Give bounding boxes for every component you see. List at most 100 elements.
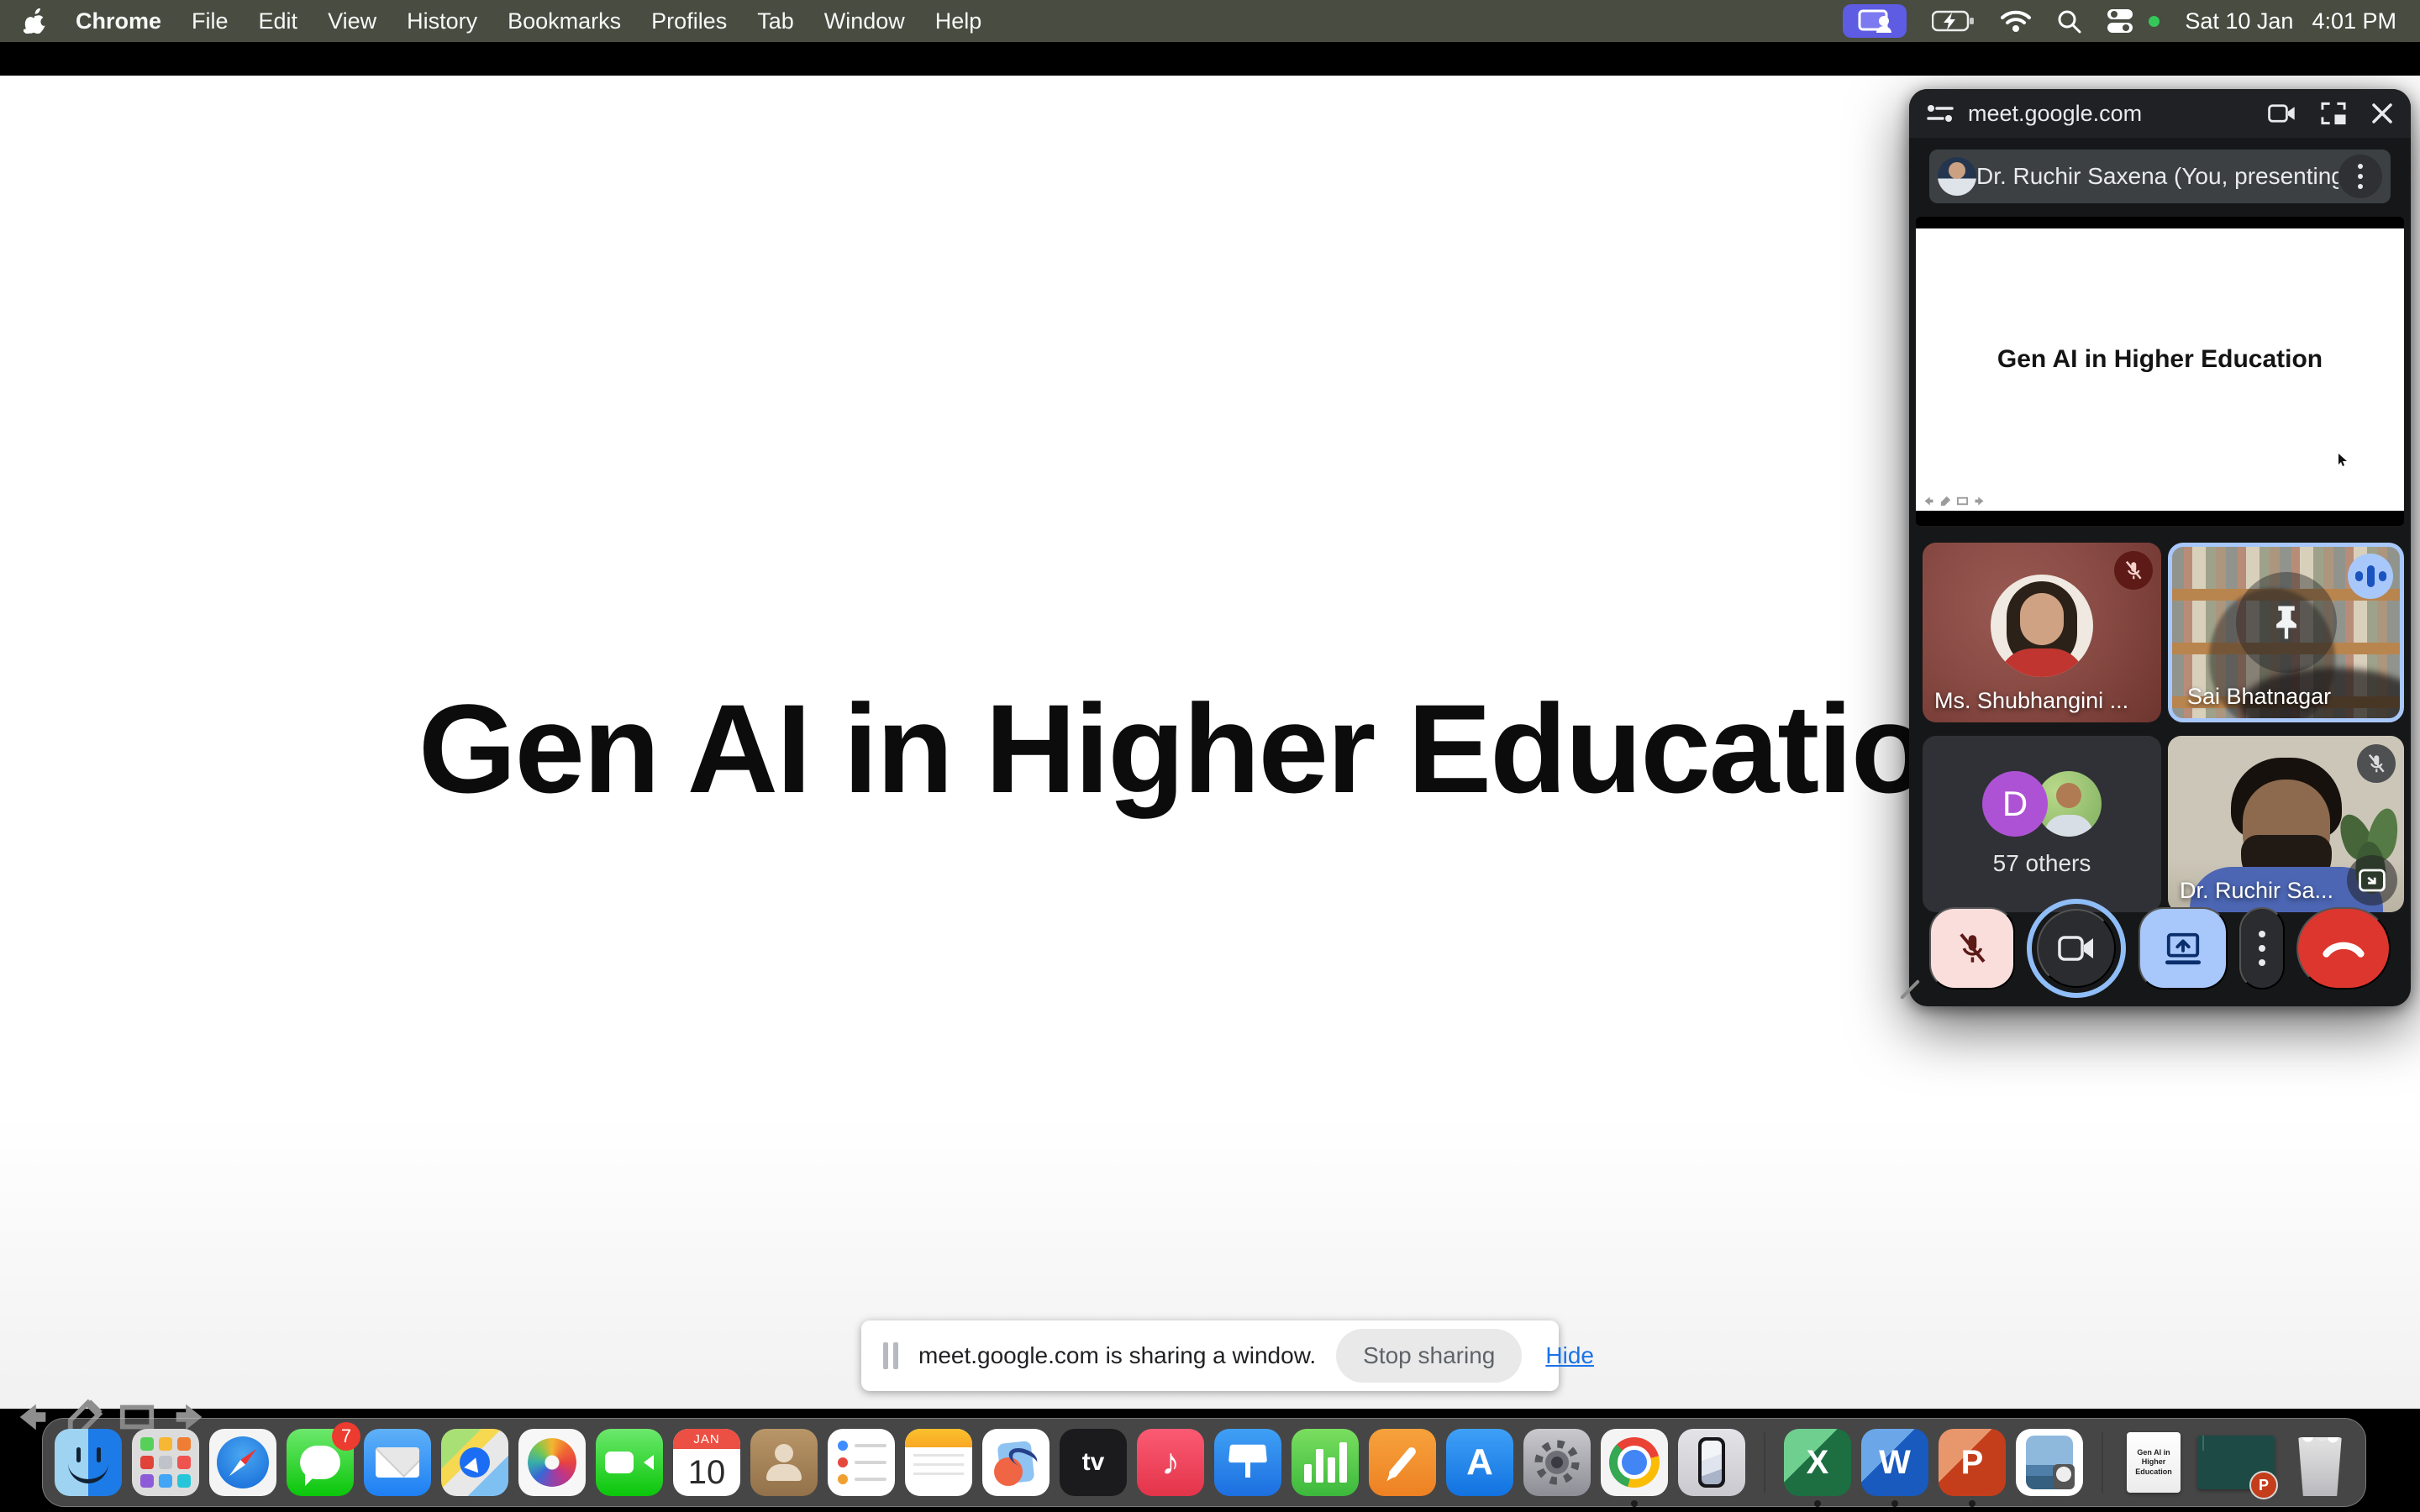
- dock-numbers[interactable]: [1292, 1429, 1359, 1496]
- menu-view[interactable]: View: [328, 8, 376, 34]
- calendar-month: JAN: [673, 1429, 740, 1449]
- banner-more-options-button[interactable]: [2338, 155, 2382, 198]
- screen-share-toast: meet.google.com is sharing a window. Sto…: [861, 1320, 1559, 1391]
- display-person-icon: [1856, 9, 1893, 33]
- preview-slide-title: Gen AI in Higher Education: [1997, 345, 2323, 374]
- dock-safari[interactable]: [209, 1429, 276, 1496]
- present-screen-button[interactable]: [2139, 907, 2228, 990]
- apple-logo-icon[interactable]: [24, 8, 45, 34]
- dock-apple-tv[interactable]: tv: [1060, 1429, 1127, 1496]
- media-controls-icon[interactable]: [1926, 102, 1954, 125]
- mini-pen-icon: [1939, 495, 1952, 507]
- menu-file[interactable]: File: [192, 8, 229, 34]
- wifi-icon[interactable]: [2001, 9, 2031, 33]
- hide-toast-link[interactable]: Hide: [1545, 1342, 1594, 1369]
- dock-finder[interactable]: [55, 1429, 122, 1496]
- stop-sharing-button[interactable]: Stop sharing: [1336, 1329, 1522, 1383]
- presenter-banner[interactable]: Dr. Ruchir Saxena (You, presenting): [1929, 150, 2391, 203]
- participant-avatar: [1991, 575, 2093, 677]
- call-controls: [1929, 907, 2391, 990]
- dock-excel[interactable]: X: [1784, 1429, 1851, 1496]
- dock-facetime[interactable]: [596, 1429, 663, 1496]
- participant-tile-shubhangini[interactable]: Ms. Shubhangini ...: [1923, 543, 2161, 722]
- dock-powerpoint[interactable]: P: [1939, 1429, 2006, 1496]
- excel-letter: X: [1807, 1444, 1829, 1482]
- dock-minimized-powerpoint-window[interactable]: P: [2196, 1429, 2276, 1496]
- more-options-button[interactable]: [2239, 907, 2285, 990]
- spotlight-search-icon[interactable]: [2056, 8, 2081, 34]
- dock-word[interactable]: W: [1861, 1429, 1928, 1496]
- presenter-banner-label: Dr. Ruchir Saxena (You, presenting): [1976, 163, 2338, 190]
- shared-screen-preview[interactable]: Gen AI in Higher Education: [1916, 217, 2404, 526]
- participant-tile-sai[interactable]: Sai Bhatnagar: [2168, 543, 2404, 722]
- dock-contacts[interactable]: [750, 1429, 818, 1496]
- preview-slideshow-controls: [1923, 495, 1986, 507]
- dock-app-store[interactable]: A: [1446, 1429, 1513, 1496]
- menu-bar: Chrome File Edit View History Bookmarks …: [0, 0, 2420, 42]
- pinned-icon[interactable]: [2236, 572, 2337, 673]
- dock: 7 JAN10 tv ♪ A X W P Gen AI in Higher Ed…: [42, 1418, 2366, 1507]
- dock-preview[interactable]: [2016, 1429, 2083, 1496]
- mini-next-icon: [1973, 495, 1986, 507]
- dock-system-settings[interactable]: [1523, 1429, 1591, 1496]
- dock-music[interactable]: ♪: [1137, 1429, 1204, 1496]
- mic-muted-icon: [2357, 744, 2396, 783]
- dock-iphone-mirroring[interactable]: [1678, 1429, 1745, 1496]
- date-label: Sat 10 Jan: [2185, 8, 2293, 34]
- dock-maps[interactable]: [441, 1429, 508, 1496]
- mic-muted-button[interactable]: [1929, 907, 2015, 990]
- overflow-participants-tile[interactable]: D 57 others: [1923, 736, 2161, 912]
- powerpoint-letter: P: [1961, 1444, 1984, 1482]
- participant-tile-ruchir[interactable]: Dr. Ruchir Sa...: [2168, 736, 2404, 912]
- back-to-tab-icon[interactable]: [2320, 101, 2347, 126]
- overflow-avatars: D: [1982, 771, 2102, 837]
- menu-bookmarks[interactable]: Bookmarks: [508, 8, 621, 34]
- camera-button-ring: [2027, 899, 2126, 998]
- pip-title-bar[interactable]: meet.google.com: [1909, 89, 2411, 138]
- time-label: 4:01 PM: [2312, 8, 2396, 34]
- end-call-button[interactable]: [2296, 907, 2391, 990]
- dock-keynote[interactable]: [1214, 1429, 1281, 1496]
- preview-slide: Gen AI in Higher Education: [1916, 228, 2404, 511]
- dock-minimized-document[interactable]: Gen AI in Higher Education: [2122, 1429, 2186, 1496]
- control-center-icon[interactable]: [2107, 8, 2135, 34]
- camera-toggle-icon[interactable]: [2268, 102, 2296, 125]
- screen-sharing-indicator[interactable]: [1843, 4, 1907, 38]
- dock-messages[interactable]: 7: [287, 1429, 354, 1496]
- meet-pip-window[interactable]: meet.google.com Dr. Ruchir Saxena (You, …: [1909, 89, 2411, 1006]
- presenter-avatar: [1938, 157, 1976, 196]
- music-note-icon: ♪: [1161, 1441, 1180, 1483]
- dock-mail[interactable]: [364, 1429, 431, 1496]
- word-letter: W: [1879, 1444, 1911, 1482]
- dock-notes[interactable]: [905, 1429, 972, 1496]
- participant-name: Dr. Ruchir Sa...: [2180, 878, 2333, 904]
- calendar-day: 10: [673, 1449, 740, 1496]
- camera-active-dot: [2149, 16, 2160, 27]
- others-count-label: 57 others: [1993, 850, 2091, 877]
- dock-calendar[interactable]: JAN10: [673, 1429, 740, 1496]
- dock-photos[interactable]: [518, 1429, 586, 1496]
- slide-title: Gen AI in Higher Education: [418, 676, 2002, 822]
- menu-history[interactable]: History: [407, 8, 477, 34]
- menu-profiles[interactable]: Profiles: [651, 8, 727, 34]
- dock-freeform[interactable]: [982, 1429, 1050, 1496]
- dock-pages[interactable]: [1369, 1429, 1436, 1496]
- avatar-initial: D: [1982, 771, 2048, 837]
- gear-icon: [1531, 1436, 1583, 1488]
- menu-tab[interactable]: Tab: [757, 8, 794, 34]
- battery-icon[interactable]: [1932, 9, 1975, 33]
- dock-divider: [2102, 1432, 2103, 1493]
- menu-edit[interactable]: Edit: [259, 8, 298, 34]
- active-app-name[interactable]: Chrome: [76, 8, 161, 34]
- menu-help[interactable]: Help: [935, 8, 982, 34]
- menu-window[interactable]: Window: [824, 8, 905, 34]
- dock-chrome[interactable]: [1601, 1429, 1668, 1496]
- menu-bar-clock[interactable]: Sat 10 Jan 4:01 PM: [2185, 8, 2396, 34]
- dock-reminders[interactable]: [828, 1429, 895, 1496]
- dock-launchpad[interactable]: [132, 1429, 199, 1496]
- close-icon[interactable]: [2370, 102, 2394, 125]
- dock-trash[interactable]: [2286, 1429, 2354, 1496]
- camera-on-button[interactable]: [2037, 909, 2116, 988]
- mic-muted-icon: [2114, 551, 2153, 590]
- open-pip-icon[interactable]: [2347, 855, 2397, 906]
